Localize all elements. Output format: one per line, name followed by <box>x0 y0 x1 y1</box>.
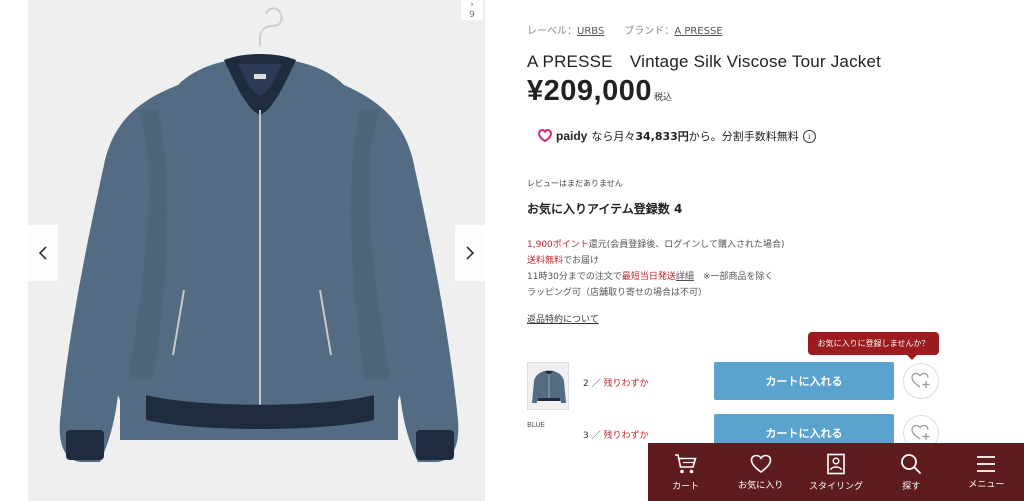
info-icon[interactable]: i <box>802 129 816 143</box>
jacket-thumbnail <box>528 363 568 409</box>
stock-status: 残りわずか <box>603 431 649 441</box>
gallery-counter-number: 9 <box>469 10 475 20</box>
nav-search[interactable]: 探す <box>874 443 949 501</box>
add-to-cart-button-size-2[interactable]: カートに入れる <box>714 362 894 400</box>
same-day-details-link[interactable]: 詳細 <box>676 272 694 282</box>
nav-cart[interactable]: カート <box>648 443 723 501</box>
price: ¥209,000 税込 <box>527 75 672 108</box>
paidy-logo-text: paidy <box>556 129 588 143</box>
favorites-count: お気に入りアイテム登録数 4 <box>527 202 683 216</box>
favorite-button-size-2[interactable] <box>903 363 939 399</box>
nav-label: お気に入り <box>738 480 784 491</box>
points-amount: 1,900ポイント <box>527 240 589 250</box>
brand-prefix: ブランド： <box>624 26 675 37</box>
paidy-logo-icon <box>538 129 552 143</box>
jacket-photo <box>28 0 485 501</box>
points-line: 1,900ポイント還元(会員登録後、ログインして購入された場合) <box>527 237 785 253</box>
paidy-text-pre: なら月々 <box>591 130 636 143</box>
nav-label: スタイリング <box>809 481 864 492</box>
tax-label: 税込 <box>653 92 672 102</box>
nav-label: カート <box>672 481 700 492</box>
wrapping-line: ラッピング可（店舗取り寄せの場合は不可） <box>527 288 708 298</box>
gallery-counter: › 9 <box>461 0 483 20</box>
same-day-line: 11時30分までの注文で最短当日発送詳細 ※一部商品を除く <box>527 269 785 285</box>
cart-icon <box>674 453 697 473</box>
variant-size-3: 3 ／ 残りわずか <box>583 428 648 441</box>
paidy-amount: 34,833円 <box>635 130 689 143</box>
stock-status: 残りわずか <box>603 379 649 389</box>
product-image-gallery[interactable] <box>28 0 485 501</box>
free-shipping-note: でお届け <box>563 256 600 266</box>
size-label: 2 ／ <box>583 379 604 389</box>
label-brand-row: レーベル：URBS ブランド：A PRESSE <box>527 22 723 37</box>
returns-policy-link[interactable]: 返品特約について <box>527 312 599 325</box>
heart-plus-icon <box>911 424 930 440</box>
chevron-right-icon <box>466 246 475 260</box>
product-title: A PRESSE Vintage Silk Viscose Tour Jacke… <box>527 52 882 71</box>
points-note: 還元(会員登録後、ログインして購入された場合) <box>588 240 785 250</box>
free-shipping-line: 送料無料でお届け <box>527 253 785 269</box>
bottom-navigation: カート お気に入り スタイリング 探す メニュー <box>648 443 1024 501</box>
variant-size-2: 2 ／ 残りわずか <box>583 376 648 389</box>
shipping-info: 1,900ポイント還元(会員登録後、ログインして購入された場合) 送料無料でお届… <box>527 237 785 301</box>
price-amount: ¥209,000 <box>527 75 652 107</box>
nav-styling[interactable]: スタイリング <box>798 443 873 501</box>
brand-link[interactable]: A PRESSE <box>674 26 722 37</box>
nav-label: 探す <box>902 481 921 492</box>
favorite-prompt-tooltip: お気に入りに登録しませんか？ <box>808 332 939 360</box>
menu-icon <box>977 455 996 472</box>
heart-icon <box>750 454 772 473</box>
nav-label: メニュー <box>968 479 1005 490</box>
heart-plus-icon <box>911 372 930 388</box>
label-prefix: レーベル： <box>527 26 577 37</box>
paidy-installment[interactable]: paidy なら月々 34,833円 から。分割手数料無料 i <box>538 128 816 144</box>
search-icon <box>901 453 922 474</box>
review-status: レビューはまだありません <box>527 179 623 188</box>
color-name: BLUE <box>527 421 545 429</box>
label-link[interactable]: URBS <box>577 26 604 37</box>
same-day-pre: 11時30分までの注文で <box>527 272 622 282</box>
styling-icon <box>827 453 845 474</box>
paidy-text-post: から。分割手数料無料 <box>688 130 799 143</box>
gallery-next-button[interactable] <box>455 225 485 281</box>
chevron-left-icon <box>38 246 47 260</box>
gallery-counter-arrow: › <box>470 0 474 10</box>
size-label: 3 ／ <box>583 431 604 441</box>
nav-favorites[interactable]: お気に入り <box>723 443 798 501</box>
gallery-prev-button[interactable] <box>28 225 58 281</box>
same-day-note: ※一部商品を除く <box>693 272 774 282</box>
free-shipping: 送料無料 <box>527 256 564 266</box>
color-thumbnail[interactable] <box>527 362 569 410</box>
nav-menu[interactable]: メニュー <box>949 443 1024 501</box>
same-day-shipping: 最短当日発送 <box>621 272 676 282</box>
